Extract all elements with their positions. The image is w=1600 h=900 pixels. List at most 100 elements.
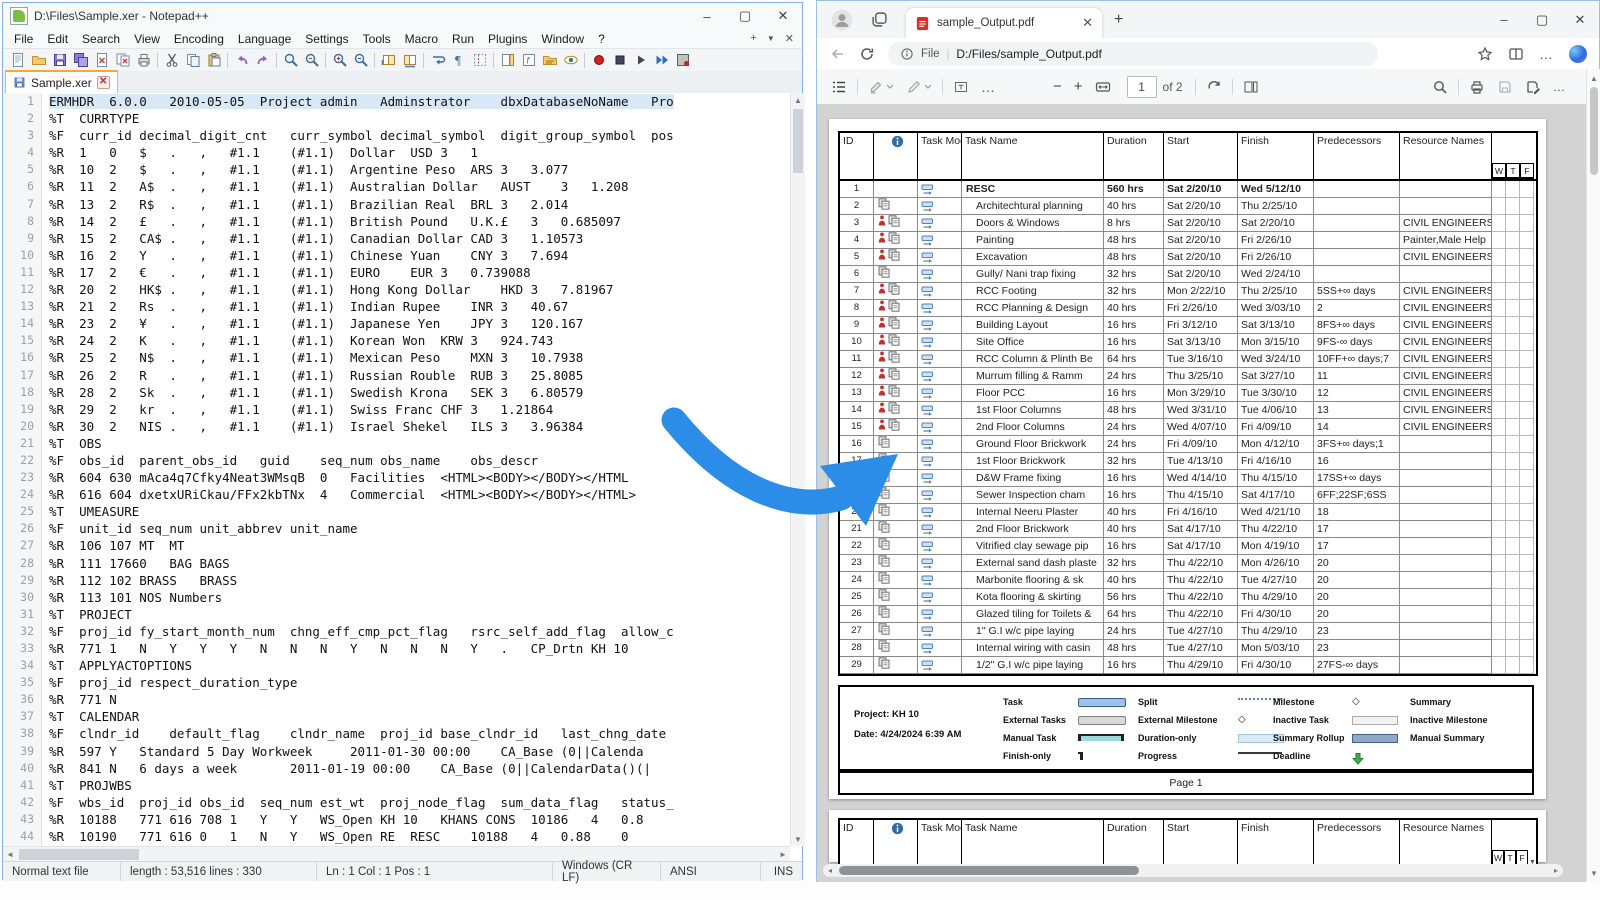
menu-tools[interactable]: Tools bbox=[356, 31, 398, 47]
task-row[interactable]: 6 Gully/ Nani trap fixing 32 hrs Sat 2/20/1… bbox=[840, 266, 1536, 283]
text-editor[interactable]: 1 2 3 4 5 6 7 8 9 10 11 12 13 14 15 16 17 18 19 20 21 22 23 24 2… bbox=[3, 93, 790, 846]
task-row[interactable]: 24 Marbonite flooring & sk 40 hrs Thu 4/22/… bbox=[840, 572, 1536, 589]
code-line[interactable]: %R 15 2 CA$ . , #1.1 (#1.1) Canadian Dol… bbox=[49, 230, 790, 247]
chevron-down-icon[interactable] bbox=[886, 84, 894, 90]
code-line[interactable]: %R 20 2 HK$ . , #1.1 (#1.1) Hong Kong Do… bbox=[49, 281, 790, 298]
task-row[interactable]: 29 1/2" G.I w/c pipe laying 16 hrs Thu 4/29… bbox=[840, 657, 1536, 674]
code-line[interactable]: %F proj_id fy_start_month_num chng_eff_c… bbox=[49, 623, 790, 640]
chevron-down-icon[interactable] bbox=[924, 84, 932, 90]
zoom-in-icon[interactable] bbox=[329, 51, 350, 70]
scroll-down-icon[interactable]: ▼ bbox=[791, 832, 805, 846]
code-line[interactable]: %F curr_id decimal_digit_cnt curr_symbol… bbox=[49, 127, 790, 144]
code-line[interactable]: %T OBS bbox=[49, 435, 790, 452]
cut-icon[interactable] bbox=[161, 51, 182, 70]
print-icon[interactable] bbox=[1463, 79, 1491, 95]
replace-icon[interactable] bbox=[301, 51, 322, 70]
rotate-icon[interactable] bbox=[1200, 79, 1228, 95]
code-line[interactable]: %R 17 2 € . , #1.1 (#1.1) EURO EUR 3 0.7… bbox=[49, 264, 790, 281]
code-line[interactable]: ERMHDR 6.0.0 2010-05-05 Project admin Ad… bbox=[49, 93, 790, 110]
word-wrap-icon[interactable] bbox=[427, 51, 448, 70]
close-button[interactable]: ✕ bbox=[764, 3, 802, 29]
task-row[interactable]: 10 Site Office 16 hrs Sat 3/13/10 Mon 3/15/1… bbox=[840, 334, 1536, 351]
pdf-hscroll-thumb[interactable] bbox=[839, 866, 1139, 875]
code-line[interactable]: %R 23 2 ¥ . , #1.1 (#1.1) Japanese Yen J… bbox=[49, 315, 790, 332]
code-line[interactable]: %R 841 N 6 days a week 2011-01-19 00:00 … bbox=[49, 760, 790, 777]
function-list-icon[interactable]: f bbox=[518, 51, 539, 70]
editor-vertical-scrollbar[interactable]: ▲ ▼ bbox=[790, 93, 805, 846]
back-icon[interactable] bbox=[830, 46, 846, 62]
code-line[interactable]: %R 597 Y Standard 5 Day Workweek 2011-01… bbox=[49, 743, 790, 760]
save-icon[interactable] bbox=[49, 51, 70, 70]
scroll-left-icon[interactable]: ◂ bbox=[823, 864, 837, 877]
profile-avatar[interactable] bbox=[831, 9, 853, 31]
code-line[interactable]: %T APPLYACTOPTIONS bbox=[49, 657, 790, 674]
annotation-more-icon[interactable]: … bbox=[975, 79, 1001, 95]
task-row[interactable]: 18 D&W Frame fixing 16 hrs Wed 4/14/10 Thu 4… bbox=[840, 470, 1536, 487]
task-row[interactable]: 15 2nd Floor Columns 24 hrs Wed 4/07/10 Fri … bbox=[840, 419, 1536, 436]
scroll-up-icon[interactable]: ▲ bbox=[1587, 71, 1600, 85]
tab-list-chevron-icon[interactable]: ▼ bbox=[767, 32, 775, 46]
add-text-icon[interactable] bbox=[947, 79, 975, 95]
tab-close-icon[interactable]: ✕ bbox=[1082, 15, 1093, 31]
macro-stop-icon[interactable] bbox=[609, 51, 630, 70]
task-row[interactable]: 25 Kota flooring & skirting 56 hrs Thu 4/22… bbox=[840, 589, 1536, 606]
code-line[interactable]: %R 16 2 Y . , #1.1 (#1.1) Chinese Yuan C… bbox=[49, 247, 790, 264]
vscroll-thumb[interactable] bbox=[793, 109, 803, 173]
pdf-vertical-scrollbar[interactable]: ▲ ▼ bbox=[1586, 69, 1600, 882]
task-row[interactable]: 20 Internal Neeru Plaster 40 hrs Fri 4/16/1… bbox=[840, 504, 1536, 521]
scroll-up-icon[interactable]: ▲ bbox=[791, 93, 805, 107]
menu-search[interactable]: Search bbox=[75, 31, 127, 47]
code-line[interactable]: %R 771 N bbox=[49, 691, 790, 708]
menu-file[interactable]: File bbox=[7, 31, 40, 47]
pdf-vscroll-thumb[interactable] bbox=[1590, 87, 1598, 175]
editor-horizontal-scrollbar[interactable]: ◄ ► bbox=[3, 846, 790, 862]
close-doc-icon[interactable]: ✕ bbox=[785, 32, 794, 46]
menu-macro[interactable]: Macro bbox=[398, 31, 445, 47]
zoom-out-icon[interactable]: − bbox=[1047, 78, 1068, 95]
new-tab-button[interactable]: + bbox=[1114, 11, 1123, 29]
maximize-button[interactable]: ▢ bbox=[1523, 1, 1561, 38]
code-line[interactable]: %R 14 2 £ . , #1.1 (#1.1) British Pound … bbox=[49, 213, 790, 230]
document-monitor-icon[interactable] bbox=[560, 51, 581, 70]
favorites-star-icon[interactable] bbox=[1477, 46, 1493, 62]
code-line[interactable]: %T CURRTYPE bbox=[49, 110, 790, 127]
macro-play-icon[interactable] bbox=[630, 51, 651, 70]
refresh-icon[interactable] bbox=[859, 46, 875, 62]
close-all-icon[interactable] bbox=[112, 51, 133, 70]
save-icon[interactable] bbox=[1491, 79, 1519, 95]
task-row[interactable]: 2 Architechtural planning 40 hrs Sat 2/20/1… bbox=[840, 198, 1536, 215]
scroll-right-icon[interactable]: ▸ bbox=[1549, 864, 1563, 877]
task-row[interactable]: 27 1" G.I w/c pipe laying 24 hrs Tue 4/27/1… bbox=[840, 623, 1536, 640]
hscroll-thumb[interactable] bbox=[19, 849, 139, 860]
code-line[interactable]: %R 10190 771 616 0 1 N Y WS_Open RE RESC… bbox=[49, 828, 790, 845]
save-all-icon[interactable] bbox=[70, 51, 91, 70]
code-line[interactable]: %F unit_id seq_num unit_abbrev unit_name bbox=[49, 520, 790, 537]
code-line[interactable]: %R 26 2 R . , #1.1 (#1.1) Russian Rouble… bbox=[49, 367, 790, 384]
highlighter-tool-icon[interactable] bbox=[862, 79, 900, 95]
print-icon[interactable] bbox=[133, 51, 154, 70]
info-icon[interactable] bbox=[900, 47, 914, 61]
fit-to-width-icon[interactable] bbox=[1089, 79, 1117, 95]
task-row[interactable]: 9 Building Layout 16 hrs Fri 3/12/10 Sat 3/1… bbox=[840, 317, 1536, 334]
code-line[interactable]: %T CALENDAR bbox=[49, 708, 790, 725]
menu-?[interactable]: ? bbox=[591, 31, 612, 47]
task-row[interactable]: 16 Ground Floor Brickwork 24 hrs Fri 4/09/1… bbox=[840, 436, 1536, 453]
code-line[interactable]: %R 113 101 NOS Numbers bbox=[49, 589, 790, 606]
macro-record-icon[interactable] bbox=[588, 51, 609, 70]
maximize-button[interactable]: ▢ bbox=[726, 3, 764, 29]
code-line[interactable]: %R 11 2 A$ . , #1.1 (#1.1) Australian Do… bbox=[49, 178, 790, 195]
url-bar[interactable]: File | D:/Files/sample_Output.pdf bbox=[888, 41, 1378, 66]
browser-tab-pdf[interactable]: sample_Output.pdf ✕ bbox=[906, 8, 1102, 38]
code-line[interactable]: %R 604 630 mAca4q7Cfky4Neat3WMsqB 0 Faci… bbox=[49, 469, 790, 486]
close-file-icon[interactable] bbox=[91, 51, 112, 70]
toc-icon[interactable] bbox=[825, 79, 853, 95]
task-row[interactable]: 17 1st Floor Brickwork 32 hrs Tue 4/13/10 Fr… bbox=[840, 453, 1536, 470]
task-row[interactable]: 26 Glazed tiling for Toilets & 64 hrs Thu 4… bbox=[840, 606, 1536, 623]
tab-sample-xer[interactable]: Sample.xer ✕ bbox=[5, 70, 118, 93]
new-tab-plus-button[interactable]: + bbox=[750, 32, 756, 46]
search-icon[interactable] bbox=[1426, 79, 1454, 95]
indent-guide-icon[interactable] bbox=[469, 51, 490, 70]
menu-language[interactable]: Language bbox=[231, 31, 298, 47]
code-line[interactable]: %R 112 102 BRASS BRASS bbox=[49, 572, 790, 589]
code-line[interactable]: %R 21 2 Rs . , #1.1 (#1.1) Indian Rupee … bbox=[49, 298, 790, 315]
